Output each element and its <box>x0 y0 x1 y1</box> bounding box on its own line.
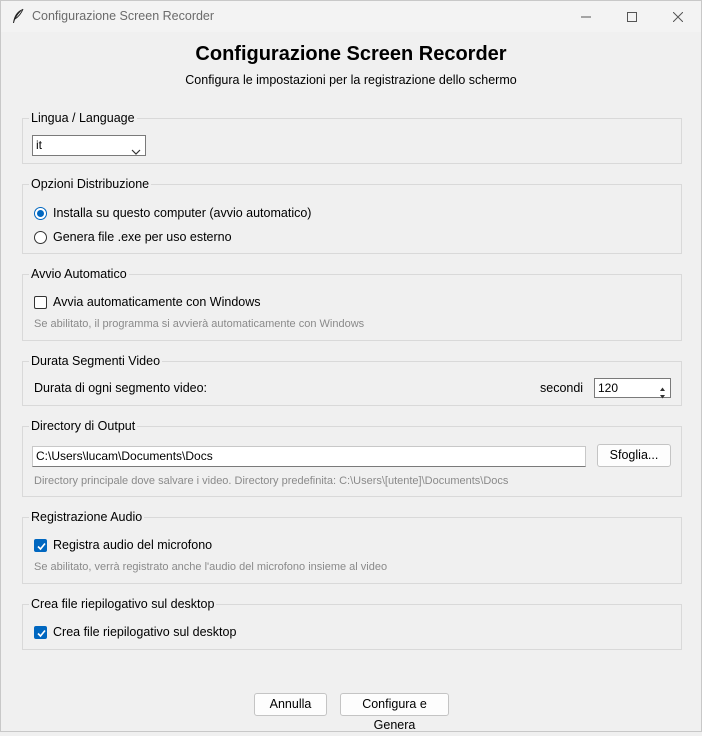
maximize-button[interactable] <box>609 1 655 32</box>
autostart-group-label: Avvio Automatico <box>29 267 129 282</box>
distribution-group-label: Opzioni Distribuzione <box>29 177 152 192</box>
close-icon <box>673 11 683 22</box>
summary-checkbox-row[interactable]: Crea file riepilogativo sul desktop <box>34 624 236 640</box>
audio-group-label: Registrazione Audio <box>29 510 145 525</box>
audio-checkbox-label: Registra audio del microfono <box>53 538 213 552</box>
configure-generate-button[interactable]: Configura e Genera <box>340 693 449 732</box>
minimize-icon <box>581 12 591 22</box>
browse-button[interactable]: Sfoglia... <box>597 444 671 467</box>
cancel-button[interactable]: Annulla <box>254 693 327 716</box>
autostart-checkbox-row[interactable]: Avvia automaticamente con Windows <box>34 294 261 310</box>
segment-duration-spinbox[interactable]: 120 <box>594 378 671 399</box>
segment-duration-label: Durata di ogni segmento video: <box>34 381 208 395</box>
autostart-checkbox[interactable] <box>34 295 47 309</box>
radio-label: Installa su questo computer (avvio autom… <box>53 206 312 220</box>
distribution-group: Opzioni Distribuzione Installa su questo… <box>22 177 682 254</box>
chevron-down-icon <box>131 142 141 161</box>
segment-duration-value: 120 <box>598 381 619 395</box>
close-button[interactable] <box>655 1 701 32</box>
segment-duration-group-label: Durata Segmenti Video <box>29 354 163 369</box>
maximize-icon <box>627 11 637 22</box>
spin-up-icon[interactable] <box>657 380 668 391</box>
autostart-hint: Se abilitato, il programma si avvierà au… <box>34 318 365 330</box>
radio-install-local[interactable]: Installa su questo computer (avvio autom… <box>34 205 311 221</box>
language-select[interactable]: it <box>32 135 146 156</box>
language-group-label: Lingua / Language <box>29 111 137 126</box>
output-directory-group: Directory di Output C:\Users\lucam\Docum… <box>22 419 682 497</box>
audio-group: Registrazione Audio Registra audio del m… <box>22 510 682 584</box>
output-directory-hint: Directory principale dove salvare i vide… <box>34 475 509 487</box>
language-select-value: it <box>36 138 42 152</box>
window-title: Configurazione Screen Recorder <box>32 9 215 23</box>
segment-unit-label: secondi <box>540 381 584 395</box>
radio-button[interactable] <box>34 230 47 244</box>
summary-checkbox-label: Crea file riepilogativo sul desktop <box>53 625 237 639</box>
radio-label: Genera file .exe per uso esterno <box>53 230 232 244</box>
title-bar: Configurazione Screen Recorder <box>1 1 701 32</box>
language-group: Lingua / Language it <box>22 111 682 164</box>
page-subtitle: Configura le impostazioni per la registr… <box>185 73 517 87</box>
autostart-group: Avvio Automatico Avvia automaticamente c… <box>22 267 682 341</box>
summary-checkbox[interactable] <box>34 625 47 639</box>
audio-checkbox[interactable] <box>34 538 47 552</box>
minimize-button[interactable] <box>563 1 609 32</box>
radio-button[interactable] <box>34 206 47 220</box>
feather-icon <box>11 8 25 24</box>
spin-down-icon[interactable] <box>657 388 668 399</box>
segment-duration-group: Durata Segmenti Video Durata di ogni seg… <box>22 354 682 406</box>
config-window: Configurazione Screen Recorder Configura… <box>0 0 702 732</box>
summary-file-group-label: Crea file riepilogativo sul desktop <box>29 597 217 612</box>
output-path-input[interactable]: C:\Users\lucam\Documents\Docs <box>32 446 586 467</box>
summary-file-group: Crea file riepilogativo sul desktop Crea… <box>22 597 682 650</box>
page-title: Configurazione Screen Recorder <box>195 43 507 65</box>
audio-hint: Se abilitato, verrà registrato anche l'a… <box>34 561 388 573</box>
autostart-checkbox-label: Avvia automaticamente con Windows <box>53 295 261 309</box>
output-directory-group-label: Directory di Output <box>29 419 138 434</box>
audio-checkbox-row[interactable]: Registra audio del microfono <box>34 537 212 553</box>
radio-generate-exe[interactable]: Genera file .exe per uso esterno <box>34 229 232 245</box>
